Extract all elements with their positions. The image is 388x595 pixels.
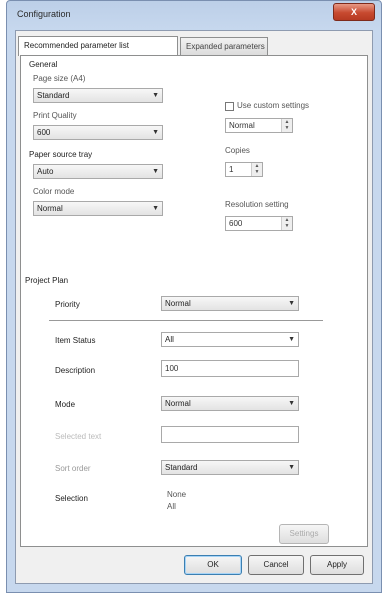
settings-button[interactable]: Settings	[279, 524, 329, 544]
page-size-value: Standard	[37, 91, 70, 100]
color-mode-value: Normal	[37, 204, 63, 213]
dialog-body: Recommended parameter list Expanded para…	[15, 30, 373, 584]
custom-settings-label: Use custom settings	[237, 101, 310, 110]
selection-value-2: All	[167, 502, 176, 511]
chevron-down-icon: ▼	[288, 464, 295, 471]
paper-source-label: Paper source tray	[29, 150, 93, 159]
resolution-spin[interactable]: 600 ▲ ▼	[225, 216, 293, 231]
selection-value-1: None	[167, 490, 187, 499]
sort-order-value: Standard	[165, 463, 198, 472]
window-title: Configuration	[17, 9, 71, 19]
tab-recommended[interactable]: Recommended parameter list	[18, 36, 178, 56]
dialog-window: Configuration X Recommended parameter li…	[6, 0, 382, 593]
copies-spin[interactable]: 1 ▲ ▼	[225, 162, 263, 177]
cancel-button[interactable]: Cancel	[248, 555, 304, 575]
chevron-down-icon: ▼	[288, 300, 295, 307]
general-section-label: General	[29, 60, 58, 69]
tab-expanded[interactable]: Expanded parameters	[180, 37, 268, 55]
page-size-combo[interactable]: Standard ▼	[33, 88, 163, 103]
custom-settings-value: Normal	[229, 121, 255, 130]
chevron-down-icon: ▼	[288, 400, 295, 407]
chevron-down-icon: ▼	[152, 92, 159, 99]
selected-text-field[interactable]	[161, 426, 299, 443]
tab-panel: General Page size (A4) Standard ▼ Print Q…	[20, 55, 368, 547]
mode-value: Normal	[165, 399, 191, 408]
spin-arrows-icon[interactable]: ▲ ▼	[251, 163, 262, 176]
sort-order-label: Sort order	[55, 464, 91, 473]
ok-button[interactable]: OK	[184, 555, 242, 575]
chevron-down-icon: ▼	[152, 168, 159, 175]
priority-value: Normal	[165, 299, 191, 308]
item-status-label: Item Status	[55, 336, 96, 345]
chevron-down-icon: ▼	[288, 336, 295, 343]
description-field[interactable]: 100	[161, 360, 299, 377]
print-quality-value: 600	[37, 128, 51, 137]
resolution-label: Resolution setting	[225, 200, 289, 209]
selected-text-label: Selected text	[55, 432, 102, 441]
paper-source-combo[interactable]: Auto ▼	[33, 164, 163, 179]
mode-combo[interactable]: Normal ▼	[161, 396, 299, 411]
color-mode-combo[interactable]: Normal ▼	[33, 201, 163, 216]
print-quality-combo[interactable]: 600 ▼	[33, 125, 163, 140]
item-status-combo[interactable]: All ▼	[161, 332, 299, 347]
custom-settings-checkbox[interactable]	[225, 102, 234, 111]
paper-source-value: Auto	[37, 167, 54, 176]
item-status-value: All	[165, 335, 174, 344]
project-section-label: Project Plan	[25, 276, 69, 285]
spin-arrows-icon[interactable]: ▲ ▼	[281, 119, 292, 132]
priority-label: Priority	[55, 300, 80, 309]
chevron-down-icon: ▼	[152, 129, 159, 136]
close-button[interactable]: X	[333, 3, 375, 21]
priority-combo[interactable]: Normal ▼	[161, 296, 299, 311]
color-mode-label: Color mode	[33, 187, 75, 196]
custom-settings-spin[interactable]: Normal ▲ ▼	[225, 118, 293, 133]
resolution-value: 600	[229, 219, 243, 228]
title-bar[interactable]: Configuration X	[7, 1, 381, 29]
print-quality-label: Print Quality	[33, 111, 77, 120]
copies-label: Copies	[225, 146, 250, 155]
mode-label: Mode	[55, 400, 76, 409]
spin-arrows-icon[interactable]: ▲ ▼	[281, 217, 292, 230]
copies-value: 1	[229, 165, 234, 174]
page-size-label: Page size (A4)	[33, 74, 86, 83]
selection-label: Selection	[55, 494, 88, 503]
section-divider	[49, 320, 323, 321]
description-label: Description	[55, 366, 96, 375]
apply-button[interactable]: Apply	[310, 555, 364, 575]
sort-order-combo[interactable]: Standard ▼	[161, 460, 299, 475]
chevron-down-icon: ▼	[152, 205, 159, 212]
